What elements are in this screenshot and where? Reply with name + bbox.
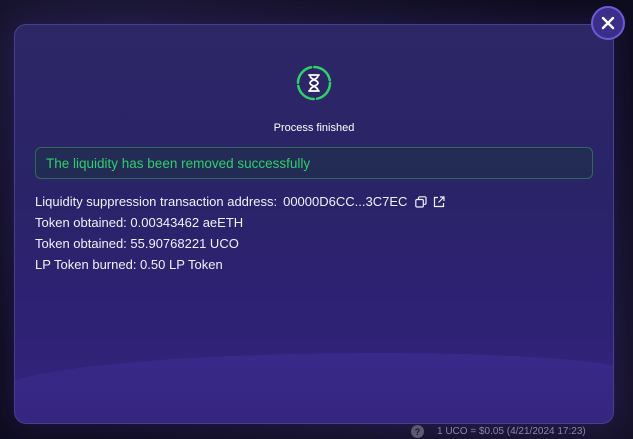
close-button[interactable] bbox=[591, 6, 625, 40]
price-footer: ? 1 UCO = $0.05 (4/21/2024 17:23) bbox=[411, 425, 586, 438]
close-icon bbox=[601, 16, 615, 30]
modal-wave-decoration bbox=[15, 353, 613, 423]
token-obtained-row: Token obtained: 55.90768221 UCO bbox=[35, 236, 239, 251]
tx-address-row: Liquidity suppression transaction addres… bbox=[35, 191, 451, 212]
tx-address-label: Liquidity suppression transaction addres… bbox=[35, 194, 278, 209]
help-icon[interactable]: ? bbox=[411, 425, 424, 438]
copy-icon[interactable] bbox=[415, 195, 427, 208]
token-obtained-row: Token obtained: 0.00343462 aeETH bbox=[35, 215, 244, 230]
transaction-details: Liquidity suppression transaction addres… bbox=[35, 191, 451, 275]
hourglass-icon bbox=[296, 65, 332, 101]
external-link-icon[interactable] bbox=[433, 195, 445, 208]
process-modal: Process finished The liquidity has been … bbox=[14, 24, 614, 424]
tx-address-value: 00000D6CC...3C7EC bbox=[283, 194, 408, 209]
lp-token-burned-row: LP Token burned: 0.50 LP Token bbox=[35, 257, 223, 272]
uco-price-text: 1 UCO = $0.05 (4/21/2024 17:23) bbox=[437, 426, 586, 437]
success-banner: The liquidity has been removed successfu… bbox=[35, 147, 593, 179]
status-text: Process finished bbox=[273, 122, 355, 134]
success-message: The liquidity has been removed successfu… bbox=[46, 155, 311, 171]
